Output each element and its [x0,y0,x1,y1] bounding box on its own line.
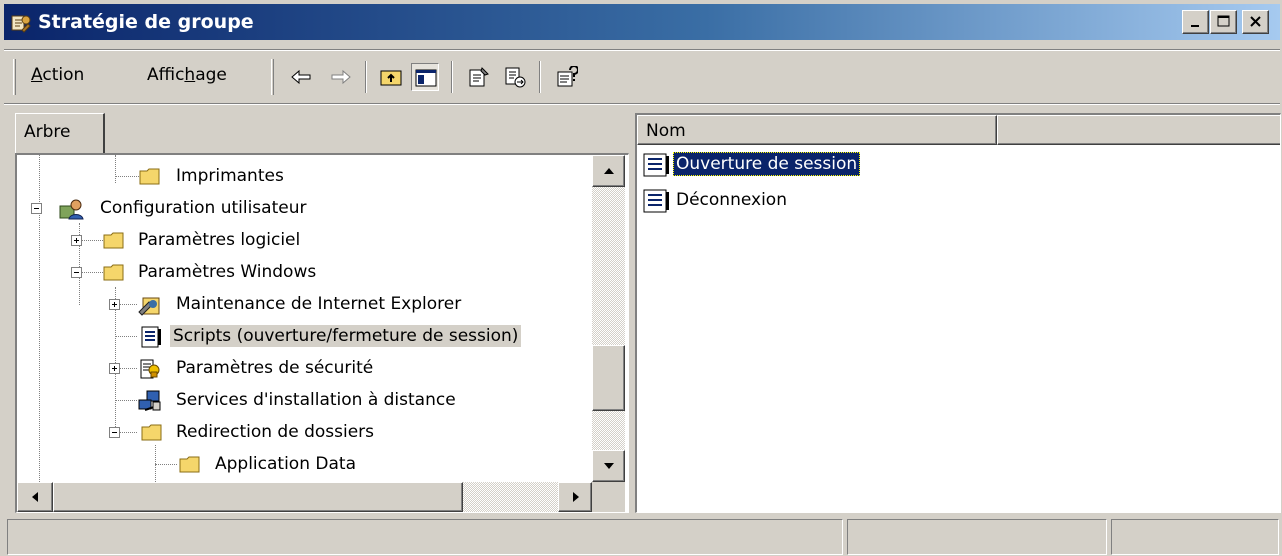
list-pane: Nom Ouverture de session Déconnexion [635,113,1281,513]
arrow-right-icon [573,492,579,502]
toolbar: Action Affichage [9,57,1275,99]
show-hide-tree-icon [415,69,437,87]
help-icon [557,66,578,87]
toolbar-grip[interactable] [13,59,16,95]
security-icon [139,358,161,379]
user-config-icon [59,198,85,220]
maximize-button[interactable] [1210,10,1237,34]
script-icon [139,326,163,348]
scroll-right-button[interactable] [558,482,592,512]
maximize-icon [1217,15,1230,27]
export-list-button[interactable] [501,63,529,91]
folder-icon [103,230,125,250]
help-button[interactable] [553,63,581,91]
group-policy-window: Stratégie de groupe Action Affichage Arb… [0,0,1282,556]
tree-item-configuration-utilisateur[interactable]: Configuration utilisateur [17,193,592,223]
separator [4,103,1280,105]
toolbar-separator [365,61,367,93]
close-icon [1250,16,1261,27]
arrow-left-icon [32,492,38,502]
expand-icon[interactable] [109,299,120,310]
up-folder-icon [380,70,402,86]
tree-pane: Imprimantes Configuration utilisateur Pa… [15,153,629,513]
up-one-level-button[interactable] [377,63,405,91]
column-header-empty[interactable] [997,115,1280,145]
menu-affichage[interactable]: Affichage [147,65,227,85]
scrollbar-corner [592,482,625,512]
toolbar-grip[interactable] [271,59,274,95]
collapse-icon[interactable] [71,267,82,278]
script-icon [641,189,671,213]
folder-icon [141,422,163,442]
export-list-icon [505,67,526,88]
tree-horizontal-scrollbar[interactable] [17,482,592,512]
tree-item-services-installation[interactable]: Services d'installation à distance [17,385,592,415]
properties-button[interactable] [465,63,493,91]
tree-item-scripts[interactable]: Scripts (ouverture/fermeture de session) [17,321,592,351]
status-panel-2 [847,519,1107,555]
scroll-up-button[interactable] [592,155,625,187]
tree-item-parametres-logiciel[interactable]: Paramètres logiciel [17,225,592,255]
scroll-left-button[interactable] [17,482,53,512]
folder-icon [179,454,201,474]
folder-icon [139,166,161,186]
collapse-icon[interactable] [109,427,120,438]
scroll-thumb[interactable] [53,482,463,512]
tree-item-maintenance-ie[interactable]: Maintenance de Internet Explorer [17,289,592,319]
tree-item-imprimantes[interactable]: Imprimantes [17,161,592,191]
arrow-up-icon [604,168,614,174]
window-title: Stratégie de groupe [38,11,254,33]
list-item-ouverture-session[interactable]: Ouverture de session [641,149,1001,181]
tree-view: Imprimantes Configuration utilisateur Pa… [17,155,592,482]
expand-icon[interactable] [109,363,120,374]
arrow-down-icon [604,463,614,469]
remote-install-icon [137,390,163,411]
title-bar[interactable]: Stratégie de groupe [4,4,1280,40]
forward-arrow-icon [331,69,351,85]
scroll-down-button[interactable] [592,450,625,482]
tree-item-parametres-securite[interactable]: Paramètres de sécurité [17,353,592,383]
close-button[interactable] [1242,10,1269,34]
tab-arbre[interactable]: Arbre [15,113,105,153]
back-button[interactable] [287,63,315,91]
status-panel-main [7,519,843,555]
collapse-icon[interactable] [31,203,42,214]
minimize-button[interactable] [1182,10,1209,34]
group-policy-icon [10,12,32,34]
back-arrow-icon [291,69,311,85]
forward-button[interactable] [327,63,355,91]
show-hide-tree-button[interactable] [411,63,439,91]
folder-icon [103,262,125,282]
expand-icon[interactable] [71,235,82,246]
menu-action[interactable]: Action [31,65,84,85]
separator [4,49,1280,51]
minimize-icon [1191,25,1199,27]
tree-vertical-scrollbar[interactable] [592,155,625,482]
tree-item-redirection-dossiers[interactable]: Redirection de dossiers [17,417,592,447]
toolbar-separator [451,61,453,93]
scroll-thumb[interactable] [592,345,625,411]
tree-item-parametres-windows[interactable]: Paramètres Windows [17,257,592,287]
properties-icon [469,67,489,87]
status-panel-3 [1111,519,1279,555]
script-icon [641,153,671,177]
toolbar-separator [539,61,541,93]
ie-maintenance-icon [137,294,163,316]
column-header-nom[interactable]: Nom [637,115,997,145]
tree-item-application-data[interactable]: Application Data [17,449,592,479]
list-item-deconnexion[interactable]: Déconnexion [641,185,1001,217]
